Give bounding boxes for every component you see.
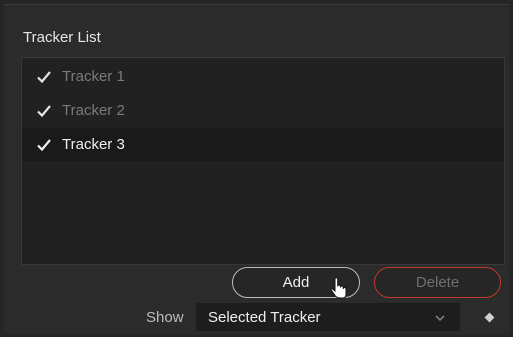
pointer-cursor-icon [330,277,348,300]
tracker-label: Tracker 2 [62,102,125,119]
show-dropdown-value: Selected Tracker [208,308,321,326]
tracker-row-1[interactable]: Tracker 1 [22,60,504,93]
delete-button[interactable]: Delete [374,267,501,298]
chevron-down-icon [434,311,446,323]
show-label: Show [146,309,184,326]
tracker-label: Tracker 3 [62,136,125,153]
tracker-label: Tracker 1 [62,68,125,85]
tracker-row-2[interactable]: Tracker 2 [22,94,504,127]
check-icon[interactable] [36,137,52,153]
check-icon[interactable] [36,103,52,119]
tracker-list[interactable]: Tracker 1 Tracker 2 Tracker 3 [21,57,505,265]
panel-title: Tracker List [23,29,101,46]
tracker-row-3[interactable]: Tracker 3 [22,128,504,161]
check-icon[interactable] [36,69,52,85]
show-dropdown[interactable]: Selected Tracker [196,303,460,331]
